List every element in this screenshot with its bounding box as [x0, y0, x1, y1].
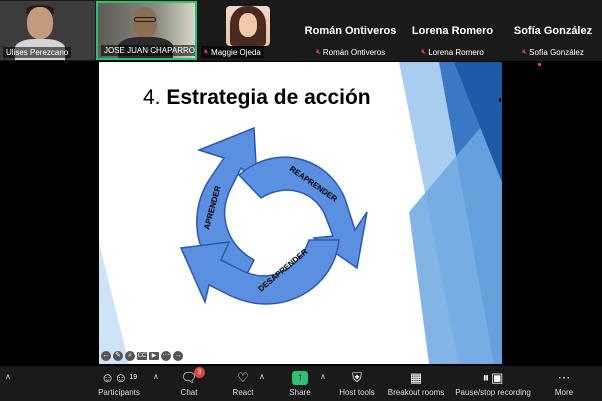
participant-display-name: Román Ontiveros	[304, 25, 397, 37]
muted-mic-icon: 🔇︎	[522, 47, 528, 56]
recording-label: Pause/stop recording	[455, 388, 531, 397]
participant-display-name: Sofía González	[513, 25, 593, 37]
slide-title: 4. Estrategia de acción	[143, 86, 371, 109]
breakout-rooms-icon: ▦	[409, 370, 423, 385]
video-face	[133, 7, 157, 39]
captions-icon[interactable]: CC	[137, 352, 147, 360]
participant-tile[interactable]: Ulises Perezcano	[0, 1, 95, 60]
chat-unread-badge: 3	[194, 367, 205, 378]
previous-slide-icon[interactable]: ←	[101, 351, 111, 361]
more-button[interactable]: ⋯ More	[534, 370, 594, 397]
participants-icon: ☺☺	[100, 370, 128, 385]
share-screen-icon: ↑	[292, 371, 308, 385]
react-label: React	[232, 388, 254, 397]
host-tools-label: Host tools	[339, 388, 375, 397]
participant-display-name: Lorena Romero	[411, 25, 494, 37]
chat-label: Chat	[180, 388, 198, 397]
chevron-up-icon[interactable]: ∧	[153, 372, 159, 381]
muted-mic-icon: 🔇︎	[204, 47, 210, 56]
muted-mic-icon: 🔇︎	[421, 47, 427, 56]
heart-icon: ♡	[237, 370, 249, 385]
recording-indicator	[538, 63, 541, 66]
more-label: More	[554, 388, 574, 397]
search-icon[interactable]: ⌕	[125, 351, 135, 361]
participant-tile[interactable]: 🔇︎ Maggie Ojeda	[198, 1, 299, 60]
profile-picture	[226, 6, 270, 46]
participant-name: 🔇︎ Román Ontiveros	[315, 47, 386, 57]
participant-name: 🔇︎ Sofía González	[522, 47, 584, 57]
participant-count: 19	[129, 374, 138, 381]
next-slide-icon[interactable]: →	[173, 351, 183, 361]
chevron-up-icon[interactable]: ∧	[259, 372, 265, 381]
breakout-rooms-button[interactable]: ▦ Breakout rooms	[386, 370, 446, 397]
share-label: Share	[289, 388, 311, 397]
slide-nav-toolbar: ← ✎ ⌕ CC ▶ ⋯ →	[101, 351, 183, 361]
meeting-toolbar: ∧ ☺☺ 19 Participants ∧ 🗨︎ 3 Chat ♡ React …	[0, 366, 602, 401]
participants-label: Participants	[98, 388, 140, 397]
participant-name: JOSE JUAN CHAPARRO	[101, 45, 195, 56]
participant-tile[interactable]: Lorena Romero 🔇︎ Lorena Romero	[402, 1, 503, 60]
cycle-arrows-diagram: APRENDER REAPRENDER DESAPRENDER	[179, 126, 368, 305]
breakout-rooms-label: Breakout rooms	[387, 388, 445, 397]
more-icon: ⋯	[557, 370, 571, 385]
chevron-up-icon[interactable]: ∧	[5, 372, 11, 381]
participants-button[interactable]: ☺☺ 19 Participants	[89, 370, 149, 397]
pen-icon[interactable]: ✎	[113, 351, 123, 361]
recording-button[interactable]: ⏸︎ ▣ Pause/stop recording	[455, 370, 531, 397]
participant-tile-active-speaker[interactable]: JOSE JUAN CHAPARRO	[96, 1, 197, 60]
participant-name: 🔇︎ Maggie Ojeda	[201, 46, 264, 58]
chevron-up-icon[interactable]: ∧	[320, 372, 326, 381]
participant-tile[interactable]: Román Ontiveros 🔇︎ Román Ontiveros	[300, 1, 401, 60]
shared-screen[interactable]: 4. Estrategia de acción APRENDER REAPREN…	[99, 62, 502, 364]
participant-name: 🔇︎ Lorena Romero	[421, 47, 484, 57]
video-face	[27, 7, 53, 39]
cycle-arrow-bottom	[179, 239, 340, 305]
pause-icon: ⏸︎	[482, 370, 490, 385]
participant-tile[interactable]: Sofía González 🔇︎ Sofía González	[504, 1, 602, 60]
muted-mic-icon: 🔇︎	[315, 47, 321, 56]
chat-button[interactable]: 🗨︎ 3 Chat	[159, 367, 219, 397]
host-tools-button[interactable]: ⛨ Host tools	[327, 370, 387, 397]
more-options-icon[interactable]: ⋯	[161, 351, 171, 361]
video-icon[interactable]: ▶	[149, 352, 159, 360]
video-glasses	[134, 17, 156, 22]
participant-name: Ulises Perezcano	[3, 47, 72, 58]
stop-icon: ▣	[491, 370, 504, 385]
mouse-cursor	[499, 98, 501, 102]
shield-icon: ⛨	[352, 370, 362, 385]
participant-strip: Ulises Perezcano JOSE JUAN CHAPARRO 🔇︎ M…	[0, 0, 602, 61]
